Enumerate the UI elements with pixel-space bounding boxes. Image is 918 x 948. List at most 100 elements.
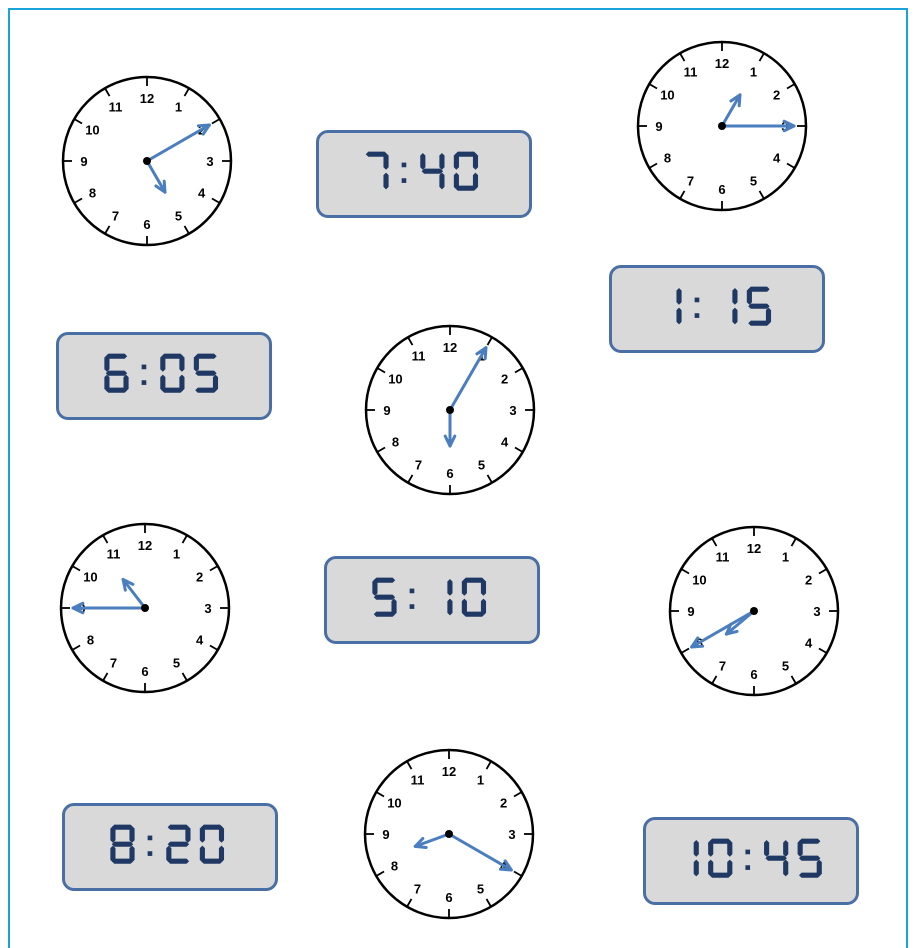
clock-center-pin: [143, 157, 151, 165]
clock-number: 10: [660, 88, 674, 103]
seven-segment-readout: [676, 286, 772, 326]
clock-number: 5: [750, 174, 757, 189]
digit-colon: [147, 835, 153, 856]
clock-center-pin: [446, 406, 454, 414]
clock-number: 3: [206, 154, 213, 169]
clock-number: 11: [107, 546, 121, 561]
digit-1: [693, 840, 699, 877]
clock-number: 10: [83, 570, 97, 585]
seven-segment-readout: [365, 151, 479, 191]
digit-colon: [694, 297, 700, 318]
clock-center-pin: [141, 604, 149, 612]
clock-number: 3: [509, 403, 516, 418]
analog-clock: 121234567891011: [636, 40, 808, 212]
clock-number: 1: [750, 64, 757, 79]
clock-number: 6: [143, 217, 150, 232]
clock-number: 5: [478, 458, 485, 473]
digital-time-display: 5:10: [324, 556, 540, 644]
clock-number: 7: [414, 882, 421, 897]
clock-center-pin: [718, 122, 726, 130]
digit-4: [420, 153, 445, 190]
clock-number: 10: [387, 796, 401, 811]
clock-number: 1: [173, 546, 180, 561]
clock-number: 1: [477, 772, 484, 787]
digit-4: [764, 840, 789, 877]
clock-number: 5: [782, 659, 789, 674]
analog-clock: 121234567891011: [59, 522, 231, 694]
clock-number: 1: [175, 99, 182, 114]
clock-number: 7: [110, 656, 117, 671]
digit-1: [447, 579, 453, 616]
clock-number: 7: [112, 209, 119, 224]
digital-time-display: 10:45: [643, 817, 859, 905]
clock-number: 12: [442, 764, 456, 779]
digital-time-display: 6:05: [56, 332, 272, 420]
seven-segment-readout: [693, 838, 822, 878]
clock-number: 4: [805, 636, 813, 651]
clock-number: 12: [747, 541, 761, 556]
digit-0: [160, 353, 185, 393]
clock-number: 10: [388, 372, 402, 387]
digit-colon: [745, 849, 751, 870]
digit-5: [746, 286, 772, 326]
clock-face: 121234567891011: [636, 40, 808, 212]
digit-colon: [409, 588, 415, 609]
clock-number: 6: [750, 667, 757, 682]
clock-number: 6: [445, 890, 452, 905]
clock-number: 11: [109, 99, 123, 114]
digit-colon: [401, 162, 407, 183]
digit-5: [193, 353, 219, 393]
clock-number: 2: [773, 88, 780, 103]
clock-face: 121234567891011: [364, 324, 536, 496]
clock-number: 4: [773, 151, 781, 166]
clock-number: 8: [664, 151, 671, 166]
clock-number: 4: [501, 435, 509, 450]
analog-clock: 121234567891011: [363, 748, 535, 920]
clock-center-pin: [750, 607, 758, 615]
clock-number: 2: [501, 372, 508, 387]
clock-number: 12: [140, 91, 154, 106]
clock-number: 2: [196, 570, 203, 585]
clock-number: 6: [446, 466, 453, 481]
clock-number: 6: [141, 664, 148, 679]
clock-number: 11: [411, 772, 425, 787]
clock-number: 12: [443, 340, 457, 355]
clock-number: 5: [173, 656, 180, 671]
clock-number: 9: [655, 119, 662, 134]
clock-number: 10: [692, 573, 706, 588]
seven-segment-readout: [372, 577, 487, 617]
digit-0: [199, 824, 225, 864]
digit-5: [372, 577, 397, 617]
clock-number: 5: [175, 209, 182, 224]
digit-8: [110, 824, 135, 864]
clock-number: 12: [715, 56, 729, 71]
clock-number: 8: [87, 633, 94, 648]
clock-number: 3: [204, 601, 211, 616]
digit-0: [461, 577, 487, 617]
digit-0: [708, 838, 733, 878]
clock-number: 12: [138, 538, 152, 553]
digit-2: [166, 824, 191, 864]
clock-center-pin: [445, 830, 453, 838]
clock-number: 8: [89, 186, 96, 201]
digit-7: [365, 151, 389, 190]
clock-number: 9: [80, 154, 87, 169]
clock-number: 8: [392, 435, 399, 450]
digit-1: [732, 288, 738, 325]
digit-colon: [141, 364, 147, 385]
clock-number: 9: [383, 403, 390, 418]
clock-number: 7: [687, 174, 694, 189]
clock-face: 121234567891011: [363, 748, 535, 920]
clock-number: 3: [508, 827, 515, 842]
digit-1: [676, 288, 682, 325]
digital-time-display: 8:20: [62, 803, 278, 891]
clock-number: 4: [196, 633, 204, 648]
clock-number: 11: [716, 549, 730, 564]
clock-number: 10: [85, 123, 99, 138]
clock-number: 7: [415, 458, 422, 473]
clock-number: 3: [813, 604, 820, 619]
clock-number: 11: [684, 64, 698, 79]
analog-clock: 121234567891011: [364, 324, 536, 496]
digit-0: [453, 151, 479, 191]
analog-clock: 121234567891011: [668, 525, 840, 697]
